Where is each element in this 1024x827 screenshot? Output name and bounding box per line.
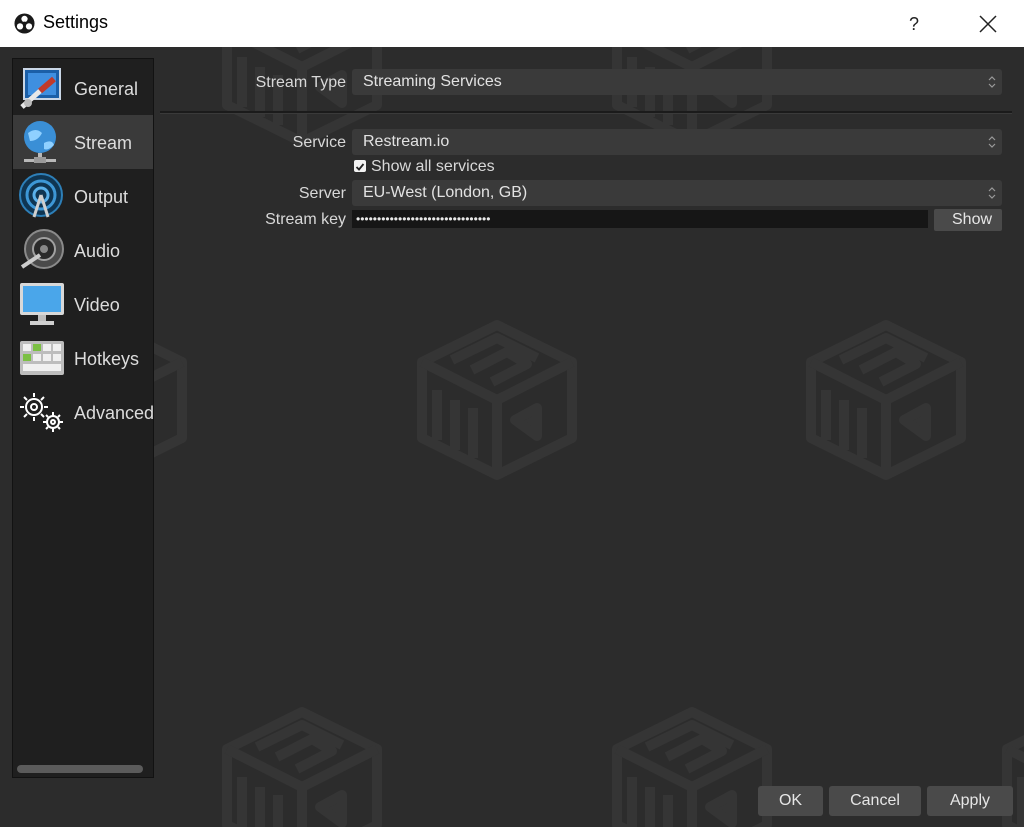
- general-settings-icon: [20, 68, 61, 109]
- show-button-label: Show: [952, 211, 993, 228]
- chevron-updown-icon: [988, 187, 996, 199]
- sidebar-item-label: General: [74, 79, 139, 99]
- close-icon[interactable]: [966, 8, 1010, 40]
- settings-sidebar: General Stream Output Audio Video Hotkey…: [12, 58, 154, 778]
- hotkeys-keyboard-icon: [20, 341, 64, 375]
- sidebar-item-output[interactable]: Output: [13, 169, 153, 223]
- stream-type-select[interactable]: Streaming Services: [352, 69, 1002, 95]
- show-all-services-checkbox[interactable]: [354, 160, 366, 172]
- apply-button[interactable]: Apply: [927, 786, 1013, 816]
- sidebar-item-video[interactable]: Video: [13, 277, 153, 331]
- service-select[interactable]: Restream.io: [352, 129, 1002, 155]
- sidebar-item-label: Output: [74, 187, 129, 207]
- sidebar-item-label: Advanced: [74, 403, 154, 423]
- sidebar-item-advanced[interactable]: Advanced: [13, 385, 154, 439]
- checkmark-icon: [355, 163, 365, 171]
- sidebar-item-label: Video: [74, 295, 120, 315]
- sidebar-item-label: Stream: [74, 133, 133, 153]
- output-broadcast-icon: [19, 173, 63, 218]
- stream-type-label: Stream Type: [255, 74, 346, 91]
- audio-speaker-icon: [20, 229, 64, 269]
- stream-type-value: Streaming Services: [363, 73, 502, 90]
- obs-logo-icon: [14, 13, 35, 34]
- help-button[interactable]: ?: [896, 8, 932, 40]
- sidebar-item-label: Audio: [74, 241, 121, 261]
- stream-key-input[interactable]: ••••••••••••••••••••••••••••••••: [352, 210, 928, 228]
- video-monitor-icon: [20, 283, 64, 325]
- sidebar-item-general[interactable]: General: [13, 61, 153, 115]
- show-all-services-label[interactable]: Show all services: [371, 158, 495, 176]
- server-value: EU-West (London, GB): [363, 184, 528, 201]
- chevron-updown-icon: [988, 136, 996, 148]
- ok-button[interactable]: OK: [758, 786, 823, 816]
- section-divider: [160, 111, 1012, 114]
- server-select[interactable]: EU-West (London, GB): [352, 180, 1002, 206]
- sidebar-item-audio[interactable]: Audio: [13, 223, 153, 277]
- sidebar-item-stream[interactable]: Stream: [13, 115, 153, 169]
- show-stream-key-button[interactable]: Show: [934, 209, 1002, 231]
- stream-key-label: Stream key: [265, 211, 346, 228]
- title-bar: Settings ?: [0, 0, 1024, 47]
- service-label: Service: [292, 134, 346, 151]
- chevron-updown-icon: [988, 76, 996, 88]
- sidebar-item-label: Hotkeys: [74, 349, 140, 369]
- settings-window: Settings ? General Stream Output Audio V…: [0, 0, 1024, 827]
- service-value: Restream.io: [363, 133, 450, 150]
- window-title: Settings: [43, 12, 109, 32]
- stream-globe-icon: [24, 121, 56, 163]
- sidebar-item-hotkeys[interactable]: Hotkeys: [13, 331, 153, 385]
- cancel-button[interactable]: Cancel: [829, 786, 921, 816]
- server-label: Server: [298, 185, 346, 202]
- sidebar-scrollbar[interactable]: [17, 765, 143, 773]
- advanced-gears-icon: [20, 393, 63, 432]
